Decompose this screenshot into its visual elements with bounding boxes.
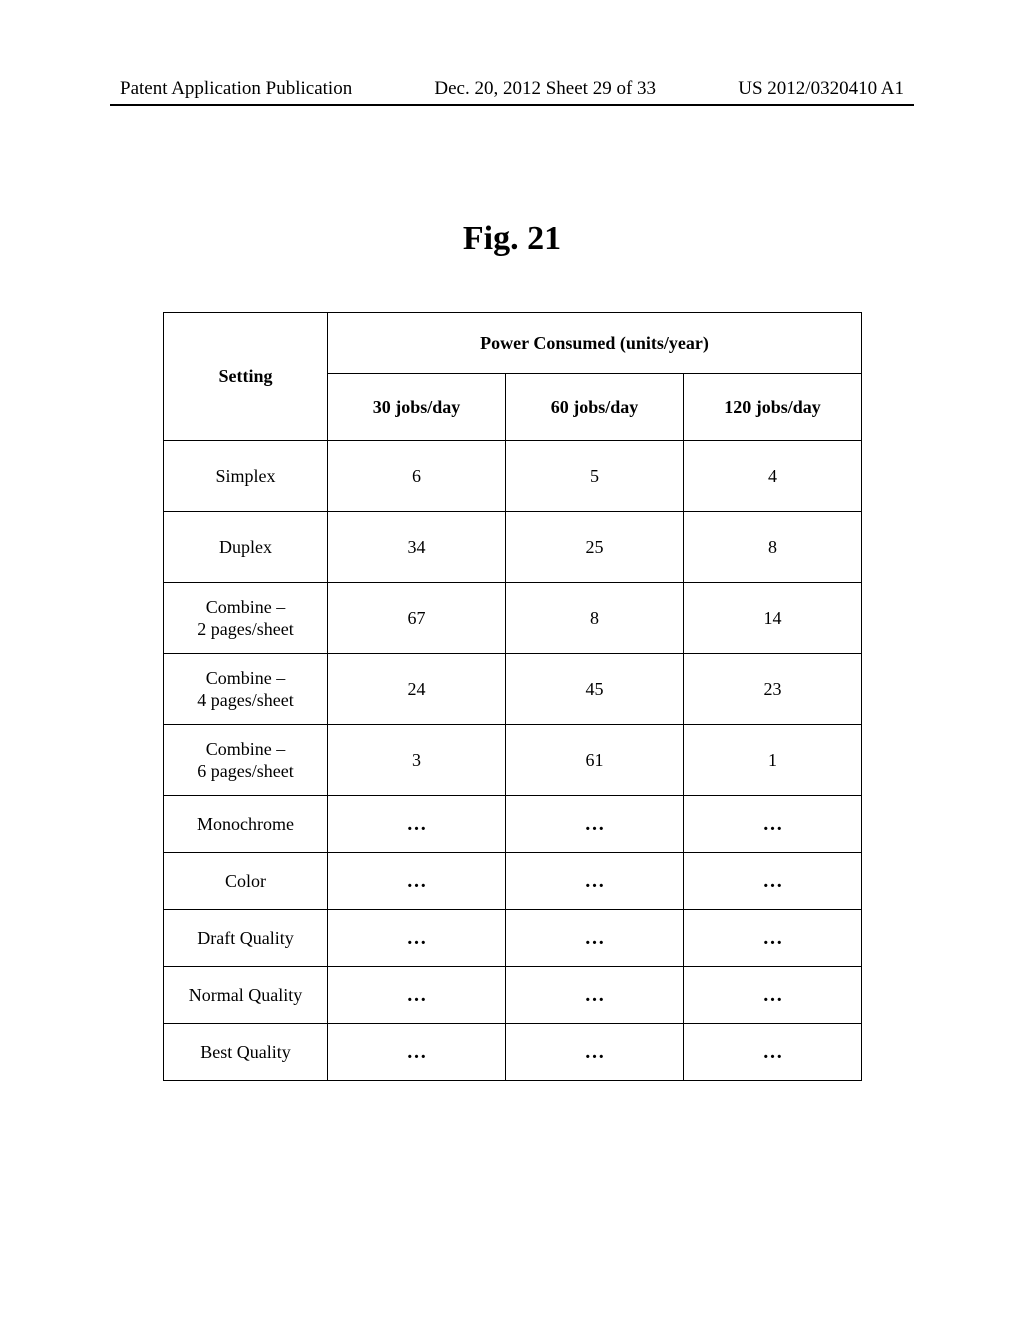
- cell-value: …: [328, 967, 506, 1024]
- cell-value: 23: [684, 654, 862, 725]
- cell-value: …: [328, 1024, 506, 1081]
- cell-value: …: [506, 853, 684, 910]
- page-header: Patent Application Publication Dec. 20, …: [0, 78, 1024, 100]
- cell-value: 5: [506, 441, 684, 512]
- cell-value: …: [328, 853, 506, 910]
- col-header-60: 60 jobs/day: [506, 374, 684, 441]
- cell-value: 24: [328, 654, 506, 725]
- cell-value: 14: [684, 583, 862, 654]
- cell-value: 3: [328, 725, 506, 796]
- cell-value: 8: [684, 512, 862, 583]
- col-header-setting: Setting: [164, 313, 328, 441]
- cell-value: …: [684, 853, 862, 910]
- cell-value: 34: [328, 512, 506, 583]
- power-table: Setting Power Consumed (units/year) 30 j…: [163, 312, 861, 1081]
- cell-value: 4: [684, 441, 862, 512]
- header-right: US 2012/0320410 A1: [738, 78, 904, 100]
- table-row: Color………: [164, 853, 862, 910]
- table-row: Combine –2 pages/sheet67814: [164, 583, 862, 654]
- col-header-30: 30 jobs/day: [328, 374, 506, 441]
- cell-value: 45: [506, 654, 684, 725]
- cell-setting: Normal Quality: [164, 967, 328, 1024]
- header-center: Dec. 20, 2012 Sheet 29 of 33: [434, 78, 656, 100]
- cell-value: 6: [328, 441, 506, 512]
- figure-title: Fig. 21: [0, 220, 1024, 258]
- cell-value: …: [506, 1024, 684, 1081]
- cell-setting: Combine –4 pages/sheet: [164, 654, 328, 725]
- table-row: Combine –4 pages/sheet244523: [164, 654, 862, 725]
- cell-value: 8: [506, 583, 684, 654]
- cell-setting: Monochrome: [164, 796, 328, 853]
- cell-setting: Draft Quality: [164, 910, 328, 967]
- cell-value: …: [506, 967, 684, 1024]
- col-header-120: 120 jobs/day: [684, 374, 862, 441]
- cell-value: 67: [328, 583, 506, 654]
- cell-setting: Duplex: [164, 512, 328, 583]
- cell-value: …: [684, 910, 862, 967]
- table-row: Normal Quality………: [164, 967, 862, 1024]
- cell-setting: Simplex: [164, 441, 328, 512]
- cell-value: …: [684, 967, 862, 1024]
- cell-value: 61: [506, 725, 684, 796]
- table-row: Best Quality………: [164, 1024, 862, 1081]
- cell-value: …: [506, 796, 684, 853]
- col-header-power: Power Consumed (units/year): [328, 313, 862, 374]
- header-rule: [110, 104, 914, 106]
- header-left: Patent Application Publication: [120, 78, 352, 100]
- cell-setting: Color: [164, 853, 328, 910]
- cell-value: …: [684, 1024, 862, 1081]
- cell-value: …: [684, 796, 862, 853]
- cell-setting: Combine –2 pages/sheet: [164, 583, 328, 654]
- cell-value: …: [328, 910, 506, 967]
- cell-value: 25: [506, 512, 684, 583]
- table-row: Duplex34258: [164, 512, 862, 583]
- table-row: Simplex654: [164, 441, 862, 512]
- cell-setting: Best Quality: [164, 1024, 328, 1081]
- table-row: Monochrome………: [164, 796, 862, 853]
- table-row: Combine –6 pages/sheet3611: [164, 725, 862, 796]
- cell-value: 1: [684, 725, 862, 796]
- cell-value: …: [328, 796, 506, 853]
- table-row: Draft Quality………: [164, 910, 862, 967]
- cell-value: …: [506, 910, 684, 967]
- cell-setting: Combine –6 pages/sheet: [164, 725, 328, 796]
